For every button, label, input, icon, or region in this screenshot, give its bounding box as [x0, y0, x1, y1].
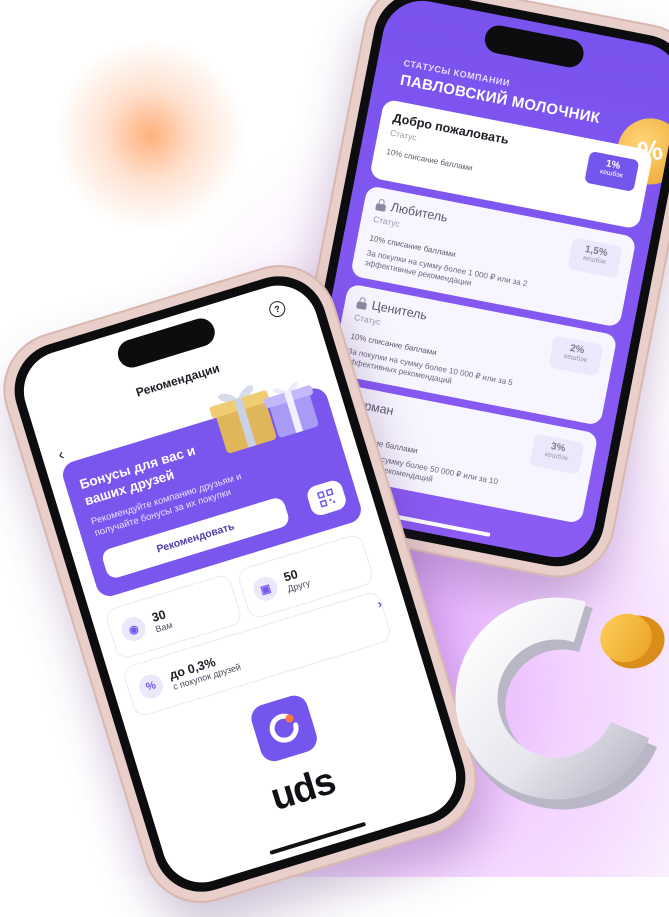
gift-boxes-icon	[209, 381, 319, 453]
coin-icon: ◉	[118, 614, 149, 645]
lock-icon	[356, 296, 368, 310]
help-icon[interactable]: ?	[267, 299, 288, 320]
lock-icon	[375, 198, 387, 212]
qr-code-button[interactable]	[305, 478, 349, 518]
uds-3d-logo-icon	[455, 597, 665, 810]
gift-icon: ▣	[250, 573, 281, 604]
home-indicator[interactable]	[269, 821, 367, 855]
uds-app-icon	[247, 692, 321, 765]
qr-code-icon	[316, 488, 336, 508]
back-arrow-icon[interactable]: ‹	[56, 446, 66, 465]
percent-icon: %	[136, 671, 167, 702]
home-indicator[interactable]	[391, 513, 491, 537]
dynamic-island	[114, 315, 219, 372]
dynamic-island	[482, 23, 586, 70]
